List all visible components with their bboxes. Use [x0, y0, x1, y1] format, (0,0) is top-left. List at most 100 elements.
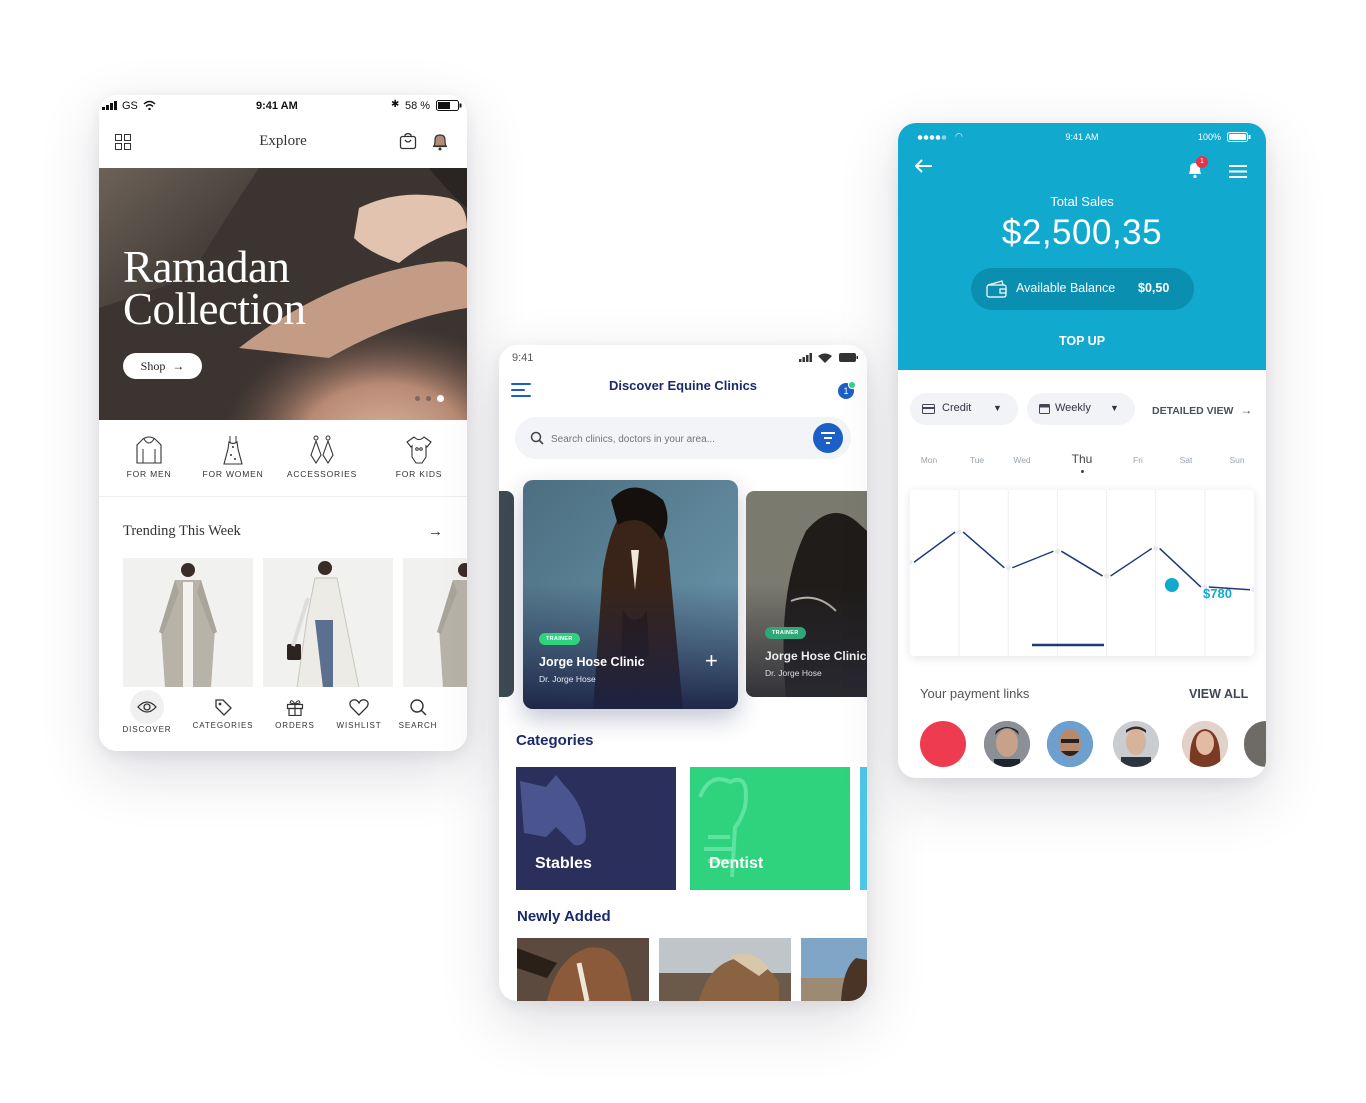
- product-image: [287, 561, 360, 688]
- newly-added-thumbnail[interactable]: [517, 938, 649, 1001]
- payment-links-title: Your payment links: [920, 686, 1030, 701]
- chart-point: [1054, 548, 1060, 554]
- trainer-badge: TRAINER: [765, 627, 806, 639]
- hero-title-line1: Ramadan: [123, 242, 290, 292]
- nav-search[interactable]: SEARCH: [382, 698, 454, 730]
- carousel-dot[interactable]: [415, 396, 420, 401]
- day-fri[interactable]: Fri: [1118, 455, 1158, 465]
- clinic-card-peek[interactable]: [499, 491, 514, 697]
- carousel-dot[interactable]: [426, 396, 431, 401]
- available-balance-label: Available Balance: [1016, 281, 1116, 295]
- trainer-badge: TRAINER: [539, 633, 580, 645]
- day-sat[interactable]: Sat: [1166, 455, 1206, 465]
- status-time: 9:41 AM: [256, 100, 298, 112]
- onesie-icon: [406, 436, 432, 464]
- person-photo: [1047, 721, 1093, 767]
- shop-button[interactable]: Shop →: [123, 353, 202, 379]
- product-card[interactable]: [263, 558, 393, 688]
- detailed-view-link[interactable]: DETAILED VIEW →: [1152, 403, 1252, 417]
- day-tue[interactable]: Tue: [957, 455, 997, 465]
- top-up-button[interactable]: TOP UP: [898, 334, 1266, 348]
- avatar-peek[interactable]: [1244, 721, 1266, 767]
- day-mon[interactable]: Mon: [909, 455, 949, 465]
- shopping-bag-icon[interactable]: [399, 132, 417, 150]
- carrier-label: GS: [122, 100, 138, 112]
- newly-added-thumbnail[interactable]: [801, 938, 867, 1001]
- notification-badge: 1: [1196, 156, 1208, 168]
- notification-icon[interactable]: 1: [838, 381, 856, 399]
- period-dropdown[interactable]: Weekly ▼: [1027, 393, 1135, 425]
- filter-button[interactable]: [813, 423, 843, 453]
- status-time: 9:41: [512, 352, 534, 364]
- balance-header: ◠ 9:41 AM 100% 1 Total Sales $2,500,35 A…: [898, 123, 1266, 370]
- avatar[interactable]: [984, 721, 1030, 767]
- view-all-link[interactable]: VIEW ALL: [1189, 687, 1248, 701]
- available-balance-value: $0,50: [1138, 281, 1170, 295]
- nav-orders[interactable]: ORDERS: [259, 698, 331, 730]
- total-sales-label: Total Sales: [1050, 194, 1114, 209]
- add-payment-link-avatar[interactable]: [920, 721, 966, 767]
- person-photo: [1182, 721, 1228, 767]
- avatar[interactable]: [1113, 721, 1159, 767]
- nav-categories[interactable]: CATEGORIES: [187, 698, 259, 730]
- sales-chart: $780: [910, 490, 1254, 656]
- category-label: Dentist: [709, 855, 764, 872]
- gift-icon: [286, 700, 304, 716]
- nav-label: ORDERS: [275, 721, 315, 730]
- day-sun[interactable]: Sun: [1217, 455, 1257, 465]
- day-wed[interactable]: Wed: [1002, 455, 1042, 465]
- clinic-name: Jorge Hose Clinic: [765, 649, 867, 663]
- chart-line-segment: [1061, 550, 1103, 577]
- trending-arrow-icon[interactable]: →: [428, 523, 443, 540]
- trending-title: Trending This Week: [123, 523, 241, 539]
- filter-icon: [821, 432, 835, 444]
- category-for-men[interactable]: FOR MEN: [104, 435, 194, 479]
- chart-point: [956, 529, 962, 535]
- earrings-icon: [310, 435, 334, 465]
- signal-icon: [102, 101, 117, 110]
- bell-icon[interactable]: [431, 132, 449, 151]
- search-input[interactable]: [549, 428, 803, 450]
- notification-dot: [848, 381, 856, 389]
- avatar[interactable]: [1182, 721, 1228, 767]
- category-for-women[interactable]: FOR WOMEN: [188, 435, 278, 479]
- chart-highlight-point[interactable]: [1164, 578, 1179, 592]
- finance-app-screen: ◠ 9:41 AM 100% 1 Total Sales $2,500,35 A…: [898, 123, 1266, 778]
- category-tile-peek[interactable]: [860, 767, 867, 890]
- hamburger-menu-icon[interactable]: [1229, 165, 1247, 178]
- chart-line-segment: [1012, 550, 1054, 569]
- available-balance-pill[interactable]: Available Balance $0,50: [971, 268, 1194, 310]
- chevron-down-icon: ▼: [1110, 403, 1119, 413]
- battery-icon: [436, 100, 462, 111]
- product-card[interactable]: [123, 558, 253, 688]
- carousel-dot-active[interactable]: [437, 395, 444, 402]
- category-stables[interactable]: Stables: [516, 767, 676, 890]
- back-arrow-icon[interactable]: [915, 159, 933, 173]
- chart-line-segment: [962, 531, 1005, 569]
- clinic-card[interactable]: TRAINER Jorge Hose Clinic Dr. Jorge Hose: [746, 491, 867, 697]
- add-icon[interactable]: +: [705, 650, 718, 672]
- type-dropdown[interactable]: Credit ▼: [910, 393, 1018, 425]
- avatar[interactable]: [1047, 721, 1093, 767]
- period-dropdown-value: Weekly: [1055, 402, 1091, 414]
- product-image: [437, 563, 467, 688]
- clinic-doctor: Dr. Jorge Hose: [765, 668, 822, 678]
- day-thu[interactable]: Thu: [1062, 452, 1102, 473]
- category-dentist[interactable]: Dentist: [690, 767, 850, 890]
- hero-banner[interactable]: Ramadan Collection Shop →: [99, 168, 467, 420]
- battery-percent: 100%: [1198, 132, 1222, 142]
- selected-day-dot: [1081, 470, 1084, 473]
- detailed-view-label: DETAILED VIEW: [1152, 405, 1234, 417]
- newly-added-thumbnail[interactable]: [659, 938, 791, 1001]
- search-bar[interactable]: [515, 417, 851, 459]
- clinic-name: Jorge Hose Clinic: [539, 655, 645, 669]
- category-label: FOR WOMEN: [202, 469, 264, 479]
- nav-discover[interactable]: DISCOVER: [111, 690, 183, 734]
- featured-clinic-card[interactable]: TRAINER Jorge Hose Clinic Dr. Jorge Hose…: [523, 480, 738, 709]
- category-for-kids[interactable]: FOR KIDS: [374, 435, 464, 479]
- category-accessories[interactable]: ACCESSORIES: [277, 435, 367, 479]
- status-bar: GS 9:41 AM ✱ 58 %: [99, 95, 467, 117]
- product-card[interactable]: [403, 558, 467, 688]
- equine-app-screen: 9:41 Discover Equine Clinics 1 Search cl…: [499, 345, 867, 1001]
- chart-point: [910, 559, 913, 565]
